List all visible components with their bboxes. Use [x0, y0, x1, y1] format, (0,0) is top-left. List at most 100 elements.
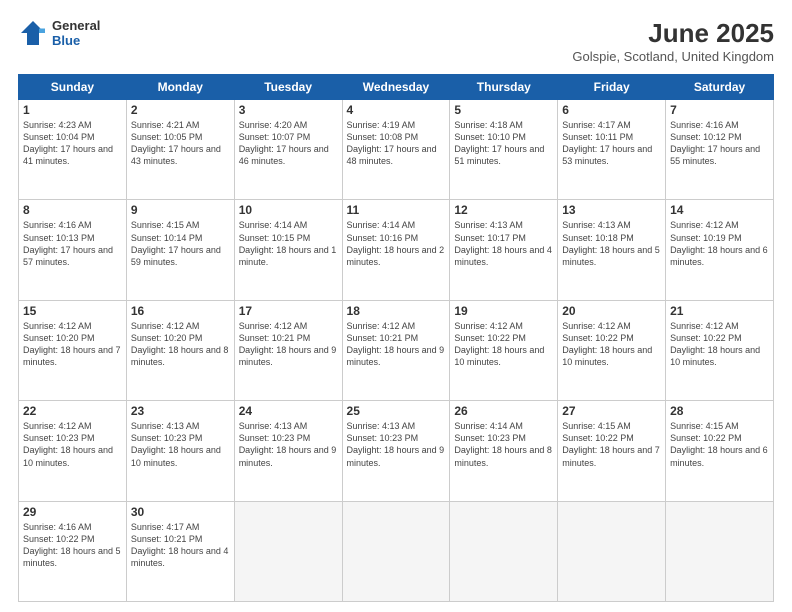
table-row: 8Sunrise: 4:16 AMSunset: 10:13 PMDayligh… [19, 200, 127, 300]
table-row: 3 Sunrise: 4:20 AMSunset: 10:07 PMDayligh… [234, 100, 342, 200]
col-sunday: Sunday [19, 75, 127, 100]
day-number: 9 [131, 203, 230, 217]
day-number: 27 [562, 404, 661, 418]
day-info: Sunrise: 4:19 AMSunset: 10:08 PMDaylight… [347, 119, 446, 168]
day-number: 24 [239, 404, 338, 418]
col-saturday: Saturday [666, 75, 774, 100]
table-row: 18 Sunrise: 4:12 AMSunset: 10:21 PMDaylig… [342, 300, 450, 400]
day-number: 22 [23, 404, 122, 418]
table-row: 4 Sunrise: 4:19 AMSunset: 10:08 PMDayligh… [342, 100, 450, 200]
day-info: Sunrise: 4:12 AMSunset: 10:20 PMDaylight… [131, 320, 230, 369]
day-info: Sunrise: 4:21 AMSunset: 10:05 PMDaylight… [131, 119, 230, 168]
day-info: Sunrise: 4:12 AMSunset: 10:22 PMDaylight… [454, 320, 553, 369]
table-row [234, 501, 342, 601]
day-info: Sunrise: 4:17 AMSunset: 10:11 PMDaylight… [562, 119, 661, 168]
day-info: Sunrise: 4:15 AMSunset: 10:22 PMDaylight… [670, 420, 769, 469]
table-row: 29Sunrise: 4:16 AMSunset: 10:22 PMDaylig… [19, 501, 127, 601]
day-number: 6 [562, 103, 661, 117]
day-info: Sunrise: 4:12 AMSunset: 10:22 PMDaylight… [562, 320, 661, 369]
table-row: 16 Sunrise: 4:12 AMSunset: 10:20 PMDaylig… [126, 300, 234, 400]
table-row: 6 Sunrise: 4:17 AMSunset: 10:11 PMDayligh… [558, 100, 666, 200]
table-row [450, 501, 558, 601]
calendar-body: 1 Sunrise: 4:23 AMSunset: 10:04 PMDayligh… [19, 100, 774, 602]
calendar-row-5: 29Sunrise: 4:16 AMSunset: 10:22 PMDaylig… [19, 501, 774, 601]
day-info: Sunrise: 4:14 AMSunset: 10:16 PMDaylight… [347, 219, 446, 268]
day-number: 30 [131, 505, 230, 519]
table-row: 11 Sunrise: 4:14 AMSunset: 10:16 PMDaylig… [342, 200, 450, 300]
table-row: 27 Sunrise: 4:15 AMSunset: 10:22 PMDaylig… [558, 401, 666, 501]
location: Golspie, Scotland, United Kingdom [572, 49, 774, 64]
table-row [666, 501, 774, 601]
header: General Blue June 2025 Golspie, Scotland… [18, 18, 774, 64]
day-number: 17 [239, 304, 338, 318]
day-info: Sunrise: 4:14 AMSunset: 10:15 PMDaylight… [239, 219, 338, 268]
table-row: 2 Sunrise: 4:21 AMSunset: 10:05 PMDayligh… [126, 100, 234, 200]
calendar-row-4: 22Sunrise: 4:12 AMSunset: 10:23 PMDaylig… [19, 401, 774, 501]
day-info: Sunrise: 4:12 AMSunset: 10:20 PMDaylight… [23, 320, 122, 369]
day-info: Sunrise: 4:12 AMSunset: 10:21 PMDaylight… [239, 320, 338, 369]
day-info: Sunrise: 4:18 AMSunset: 10:10 PMDaylight… [454, 119, 553, 168]
calendar-row-3: 15 Sunrise: 4:12 AMSunset: 10:20 PMDaylig… [19, 300, 774, 400]
day-number: 7 [670, 103, 769, 117]
day-number: 2 [131, 103, 230, 117]
day-number: 5 [454, 103, 553, 117]
day-number: 10 [239, 203, 338, 217]
day-number: 25 [347, 404, 446, 418]
logo-blue-text: Blue [52, 33, 100, 48]
table-row: 26 Sunrise: 4:14 AMSunset: 10:23 PMDaylig… [450, 401, 558, 501]
day-number: 18 [347, 304, 446, 318]
day-number: 14 [670, 203, 769, 217]
day-info: Sunrise: 4:14 AMSunset: 10:23 PMDaylight… [454, 420, 553, 469]
day-info: Sunrise: 4:23 AMSunset: 10:04 PMDaylight… [23, 119, 122, 168]
table-row: 13Sunrise: 4:13 AMSunset: 10:18 PMDaylig… [558, 200, 666, 300]
day-info: Sunrise: 4:12 AMSunset: 10:21 PMDaylight… [347, 320, 446, 369]
month-title: June 2025 [572, 18, 774, 49]
day-info: Sunrise: 4:15 AMSunset: 10:22 PMDaylight… [562, 420, 661, 469]
day-info: Sunrise: 4:20 AMSunset: 10:07 PMDaylight… [239, 119, 338, 168]
logo-general-text: General [52, 18, 100, 33]
table-row: 19 Sunrise: 4:12 AMSunset: 10:22 PMDaylig… [450, 300, 558, 400]
table-row [558, 501, 666, 601]
day-number: 23 [131, 404, 230, 418]
table-row: 1 Sunrise: 4:23 AMSunset: 10:04 PMDayligh… [19, 100, 127, 200]
day-number: 26 [454, 404, 553, 418]
table-row: 7 Sunrise: 4:16 AMSunset: 10:12 PMDayligh… [666, 100, 774, 200]
table-row: 30 Sunrise: 4:17 AMSunset: 10:21 PMDaylig… [126, 501, 234, 601]
day-number: 29 [23, 505, 122, 519]
table-row: 14Sunrise: 4:12 AMSunset: 10:19 PMDaylig… [666, 200, 774, 300]
table-row: 25Sunrise: 4:13 AMSunset: 10:23 PMDaylig… [342, 401, 450, 501]
logo: General Blue [18, 18, 100, 48]
table-row [342, 501, 450, 601]
day-number: 13 [562, 203, 661, 217]
day-info: Sunrise: 4:16 AMSunset: 10:12 PMDaylight… [670, 119, 769, 168]
day-number: 1 [23, 103, 122, 117]
day-number: 20 [562, 304, 661, 318]
table-row: 23Sunrise: 4:13 AMSunset: 10:23 PMDaylig… [126, 401, 234, 501]
table-row: 24Sunrise: 4:13 AMSunset: 10:23 PMDaylig… [234, 401, 342, 501]
table-row: 28Sunrise: 4:15 AMSunset: 10:22 PMDaylig… [666, 401, 774, 501]
col-thursday: Thursday [450, 75, 558, 100]
day-number: 15 [23, 304, 122, 318]
day-number: 4 [347, 103, 446, 117]
logo-icon [18, 18, 48, 48]
day-info: Sunrise: 4:17 AMSunset: 10:21 PMDaylight… [131, 521, 230, 570]
col-friday: Friday [558, 75, 666, 100]
day-info: Sunrise: 4:16 AMSunset: 10:13 PMDaylight… [23, 219, 122, 268]
col-wednesday: Wednesday [342, 75, 450, 100]
day-number: 16 [131, 304, 230, 318]
day-info: Sunrise: 4:12 AMSunset: 10:22 PMDaylight… [670, 320, 769, 369]
logo-text: General Blue [52, 18, 100, 48]
day-number: 3 [239, 103, 338, 117]
col-monday: Monday [126, 75, 234, 100]
calendar-table: Sunday Monday Tuesday Wednesday Thursday… [18, 74, 774, 602]
day-info: Sunrise: 4:13 AMSunset: 10:17 PMDaylight… [454, 219, 553, 268]
col-tuesday: Tuesday [234, 75, 342, 100]
day-number: 19 [454, 304, 553, 318]
title-block: June 2025 Golspie, Scotland, United King… [572, 18, 774, 64]
table-row: 17 Sunrise: 4:12 AMSunset: 10:21 PMDaylig… [234, 300, 342, 400]
table-row: 22Sunrise: 4:12 AMSunset: 10:23 PMDaylig… [19, 401, 127, 501]
table-row: 12Sunrise: 4:13 AMSunset: 10:17 PMDaylig… [450, 200, 558, 300]
calendar-row-1: 1 Sunrise: 4:23 AMSunset: 10:04 PMDayligh… [19, 100, 774, 200]
calendar-row-2: 8Sunrise: 4:16 AMSunset: 10:13 PMDayligh… [19, 200, 774, 300]
day-number: 11 [347, 203, 446, 217]
